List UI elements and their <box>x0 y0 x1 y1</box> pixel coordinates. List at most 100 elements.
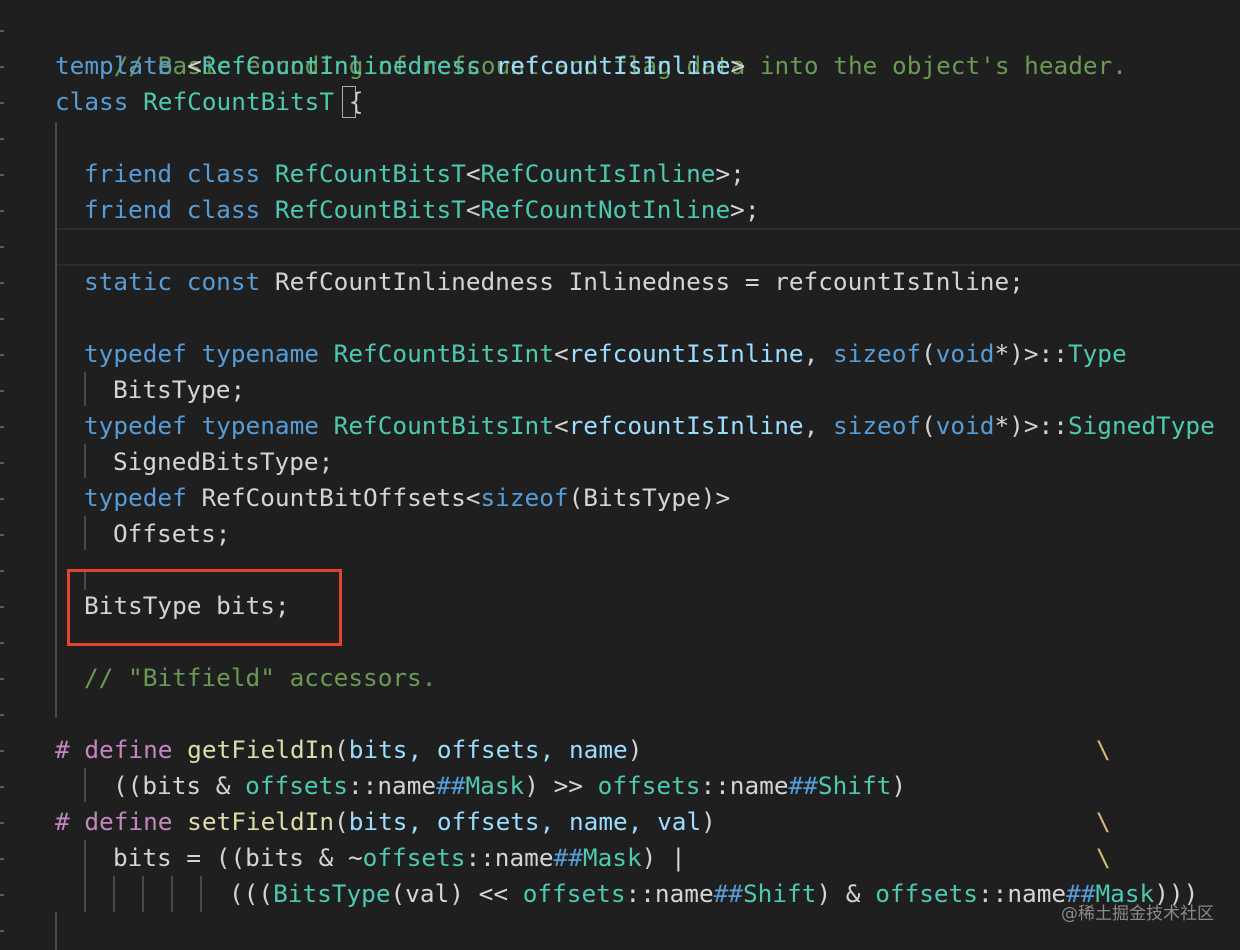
code-line-23[interactable]: # define setFieldIn(bits, offsets, name,… <box>55 804 1240 840</box>
keyword-sizeof: sizeof <box>832 411 922 440</box>
indent-guide <box>84 444 86 478</box>
code-line-22[interactable]: ((bits & offsets::name##Mask) >> offsets… <box>113 768 1240 804</box>
keyword-class: class <box>186 195 261 224</box>
punct: < <box>553 411 569 440</box>
token-paste: ## <box>788 771 818 800</box>
indent-guide <box>142 876 144 912</box>
gutter-mark <box>0 678 4 680</box>
indent-guide <box>171 876 173 912</box>
code-line-24[interactable]: bits = ((bits & ~offsets::name##Mask) | <box>113 840 1240 876</box>
template-param: refcountIsInline <box>495 51 731 80</box>
code-line-1[interactable]: // Basic encoding of refcount and flag d… <box>55 12 1240 80</box>
punct: ( <box>921 411 936 440</box>
macro-name: setFieldIn <box>187 807 335 836</box>
type-name: RefCountBitsT <box>274 159 466 188</box>
template-arg: refcountIsInline <box>568 339 804 368</box>
gutter-mark <box>0 282 4 284</box>
code-line-15[interactable]: Offsets; <box>113 516 1240 552</box>
keyword-typedef: typedef <box>84 483 187 512</box>
gutter-mark <box>0 822 4 824</box>
watermark: @稀土掘金技术社区 <box>1061 904 1214 924</box>
punct: ) <box>627 735 643 764</box>
keyword-static: static <box>84 267 173 296</box>
code-line-14[interactable]: typedef RefCountBitOffsets<sizeof(BitsTy… <box>84 480 1240 516</box>
gutter-mark <box>0 894 4 896</box>
type-name: RefCountBitsInt <box>333 411 554 440</box>
gutter-mark <box>0 354 4 356</box>
suffix: Shift <box>743 879 817 908</box>
expr: ((bits & <box>113 771 246 800</box>
keyword-template: template <box>55 51 173 80</box>
gutter-mark <box>0 498 4 500</box>
punct: ( <box>921 339 936 368</box>
keyword-class: class <box>55 87 129 116</box>
keyword-typename: typename <box>201 339 319 368</box>
gutter-mark <box>0 858 4 860</box>
code-line-6[interactable]: friend class RefCountBitsT<RefCountNotIn… <box>84 192 1240 228</box>
punct: < <box>553 339 569 368</box>
code-line-19[interactable]: // "Bitfield" accessors. <box>84 660 1240 696</box>
preprocessor-hash: # <box>55 735 70 764</box>
gutter-mark <box>0 66 4 68</box>
template-arg: RefCountNotInline <box>480 195 731 224</box>
expr: ::name <box>700 771 789 800</box>
gutter-mark <box>0 246 4 248</box>
code-line-13[interactable]: SignedBitsType; <box>113 444 1240 480</box>
expr: ) >> <box>524 771 598 800</box>
backslash: \ <box>1096 735 1111 764</box>
code-line-10[interactable]: typedef typename RefCountBitsInt<refcoun… <box>84 336 1240 372</box>
namespace-ref: offsets <box>522 879 626 908</box>
line-continuation: \ <box>1096 804 1136 840</box>
line-continuation: \ <box>1096 840 1136 876</box>
gutter-mark <box>0 714 4 716</box>
indent-guide <box>84 516 86 550</box>
code-line-11[interactable]: BitsType; <box>113 372 1240 408</box>
keyword-const: const <box>186 267 261 296</box>
suffix: Mask <box>465 771 525 800</box>
gutter-mark <box>0 606 4 608</box>
keyword-sizeof: sizeof <box>832 339 922 368</box>
token-paste: ## <box>713 879 743 908</box>
code-line-2[interactable]: template <RefCountInlinedness refcountIs… <box>55 48 1240 84</box>
backslash: \ <box>1096 807 1111 836</box>
template-arg: RefCountIsInline <box>480 159 716 188</box>
expr: ) & <box>816 879 876 908</box>
line-continuation: \ <box>1096 732 1136 768</box>
indent-guide <box>84 768 86 802</box>
suffix: Mask <box>582 843 642 872</box>
namespace-ref: offsets <box>245 771 348 800</box>
gutter-mark <box>0 930 4 932</box>
gutter-mark <box>0 210 4 212</box>
template-arg: refcountIsInline <box>568 411 804 440</box>
code-line-12[interactable]: typedef typename RefCountBitsInt<refcoun… <box>84 408 1240 444</box>
type-alias: BitsType; <box>113 375 246 404</box>
comment: // "Bitfield" accessors. <box>84 663 437 692</box>
gutter-mark <box>0 534 4 536</box>
gutter-mark <box>0 174 4 176</box>
punct: < <box>465 195 481 224</box>
keyword-typedef: typedef <box>84 339 187 368</box>
code-line-8[interactable]: static const RefCountInlinedness Inlined… <box>84 264 1240 300</box>
punct: > <box>730 51 746 80</box>
expr: ::name <box>347 771 437 800</box>
expr: ) <box>891 771 907 800</box>
code-line-21[interactable]: # define getFieldIn(bits, offsets, name) <box>55 732 1240 768</box>
code-editor[interactable]: // Basic encoding of refcount and flag d… <box>0 0 1240 950</box>
type-expr: RefCountBitOffsets< <box>186 483 481 512</box>
expr: ::name <box>625 879 714 908</box>
type-name: RefCountInlinedness <box>201 51 481 80</box>
punct: , <box>803 339 833 368</box>
expr: ::name <box>465 843 554 872</box>
highlight-annotation-box <box>67 569 342 646</box>
indent-guide <box>55 912 57 950</box>
expr: ::name <box>977 879 1067 908</box>
code-line-3[interactable]: class RefCountBitsT { <box>55 84 1240 120</box>
gutter-mark <box>0 318 4 320</box>
punct: >; <box>715 159 745 188</box>
type-alias: SignedBitsType; <box>113 447 334 476</box>
code-line-5[interactable]: friend class RefCountBitsT<RefCountIsInl… <box>84 156 1240 192</box>
expr: (val) << <box>390 879 523 908</box>
gutter-mark <box>0 30 4 32</box>
indent-guide <box>84 372 86 406</box>
